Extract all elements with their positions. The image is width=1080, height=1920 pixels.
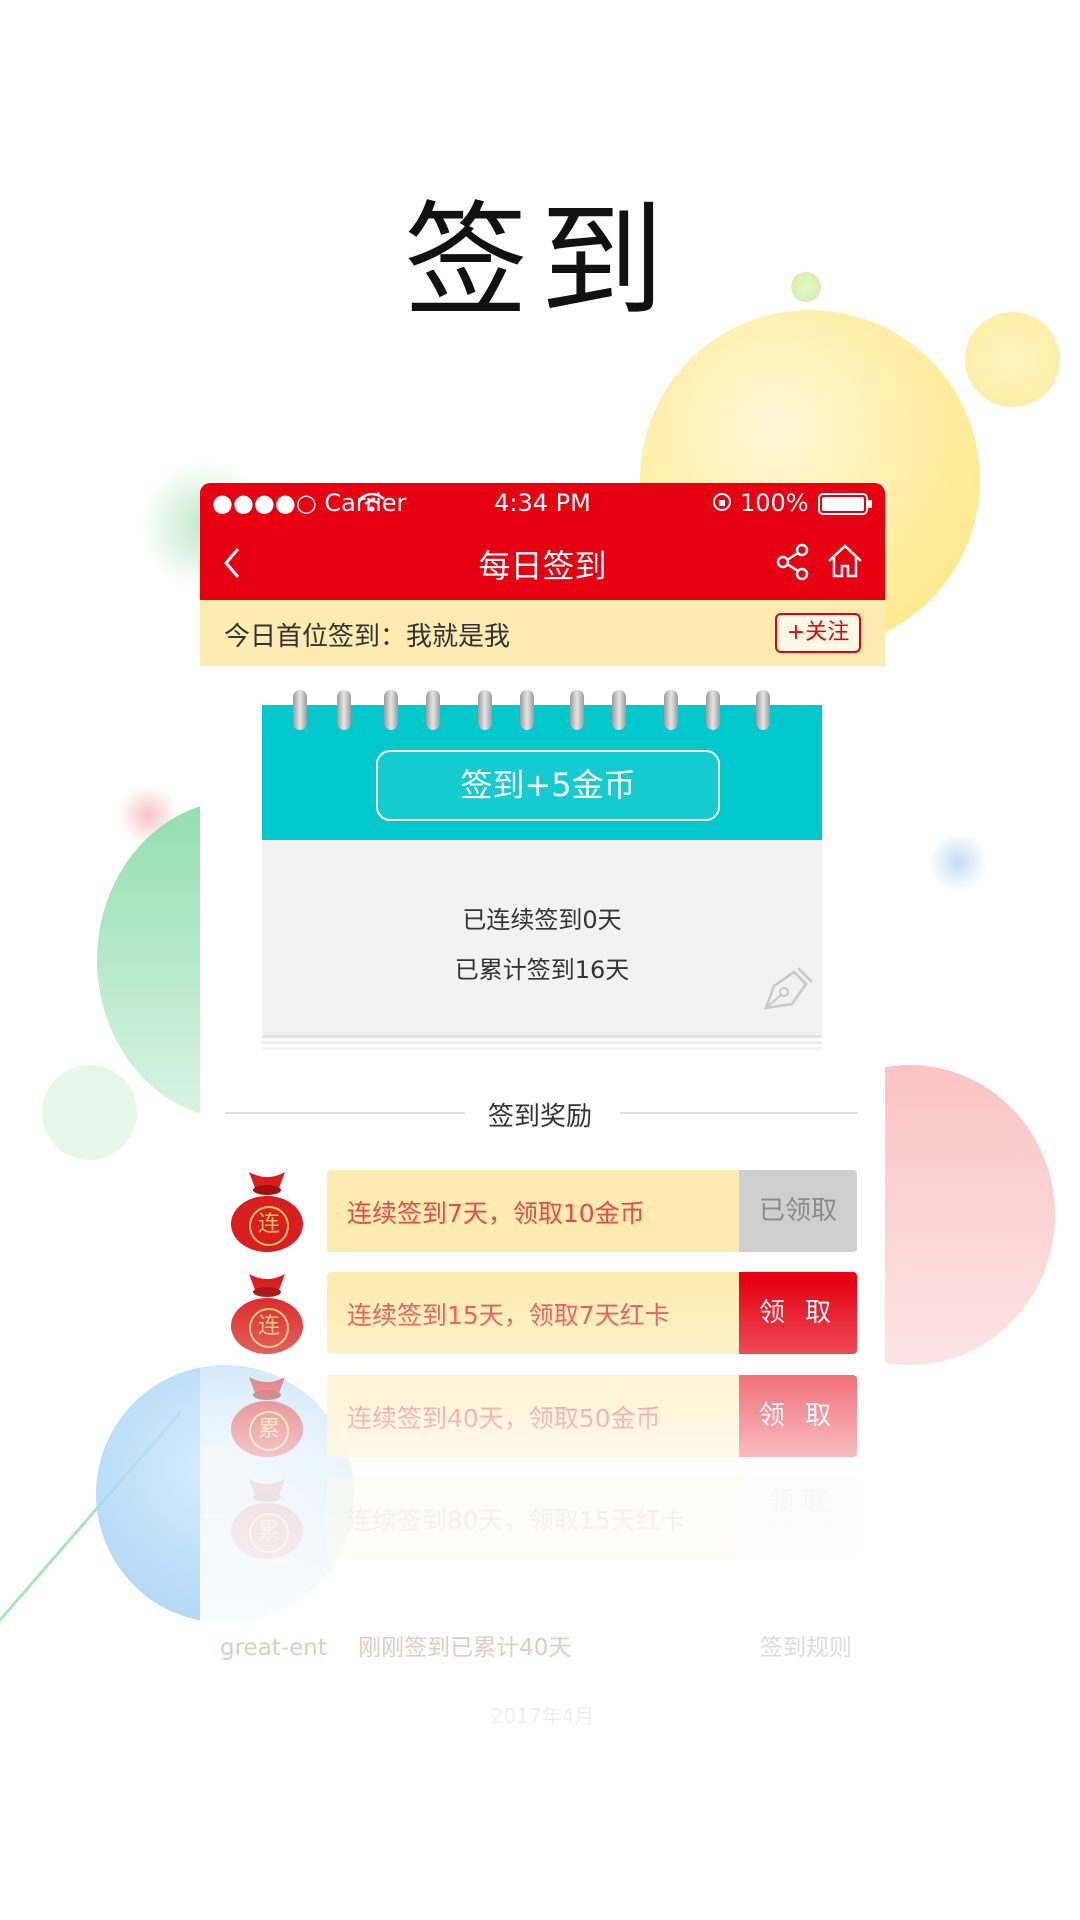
rewards-title: 签到奖励 [487,1102,592,1132]
locked-claim-button: 领 取 (还需56天) [739,1477,857,1559]
page-headline: 签到 [403,190,676,334]
month-label: 2017年4月 [490,1704,595,1728]
nav-bar: 每日签到 [200,525,885,600]
reward-text: 连续签到7天，领取10金币 [347,1199,645,1228]
claim-button[interactable]: 领 取 [739,1375,857,1457]
calendar-page-edge [262,1041,822,1044]
reward-row: 连续签到80天，领取15天红卡 领 取 (还需56天) [327,1477,857,1559]
calendar-page-edge [262,1047,822,1050]
money-bag-icon: 累 [227,1373,307,1458]
bag-badge: 连 [249,1308,289,1348]
claim-button[interactable]: 领 取 [739,1272,857,1354]
decor-blue-blur [928,832,988,892]
bag-badge: 连 [249,1206,289,1246]
reward-row: 连续签到40天，领取50金币 领 取 [327,1375,857,1457]
divider-right [620,1112,858,1114]
reward-text: 连续签到80天，领取15天红卡 [347,1506,686,1535]
money-bag-icon: 累 [227,1475,307,1560]
ticker-user: great-ent [220,1635,327,1661]
calendar-ring [520,690,534,730]
calendar-page-edge [262,1035,822,1038]
decor-blue-bubble [96,1365,354,1623]
reward-text: 连续签到40天，领取50金币 [347,1404,661,1433]
consecutive-days: 已连续签到0天 [462,906,622,934]
first-sign-text: 今日首位签到：我就是我 [224,622,511,652]
money-bag-icon: 连 [227,1270,307,1355]
reward-row: 连续签到15天，领取7天红卡 领 取 [327,1272,857,1354]
reward-row: 连续签到7天，领取10金币 已领取 [327,1170,857,1252]
calendar-ring [426,690,440,730]
calendar-ring [756,690,770,730]
divider-left [225,1112,465,1114]
remaining-days-note: (还需56天) [755,1525,841,1545]
reward-text: 连续签到15天，领取7天红卡 [347,1301,670,1330]
calendar-ring [664,690,678,730]
status-bar: ●●●●○ Carrier 4:34 PM 100% [200,483,885,525]
pen-icon [760,962,816,1018]
calendar-ring [612,690,626,730]
locked-claim-label: 领 取 [767,1487,829,1517]
battery-icon [818,493,874,521]
calendar-ring [293,690,307,730]
lock-icon [710,490,734,520]
follow-button[interactable]: +关注 [775,613,861,653]
ticker-text: 刚刚签到已累计40天 [358,1635,572,1661]
home-icon[interactable] [825,541,865,585]
cumulative-days: 已累计签到16天 [454,956,630,984]
sign-in-button[interactable]: 签到+5金币 [376,750,720,821]
bag-badge: 累 [249,1411,289,1451]
bag-badge: 累 [249,1513,289,1553]
calendar-ring [706,690,720,730]
calendar-ring [478,690,492,730]
calendar-ring [384,690,398,730]
activity-ticker: great-ent 刚刚签到已累计40天 [220,1628,571,1662]
share-icon[interactable] [775,543,811,585]
money-bag-icon: 连 [227,1168,307,1253]
rules-link[interactable]: 签到规则 [760,1628,852,1662]
calendar-ring [337,690,351,730]
decor-green-small-bubble [42,1065,137,1160]
first-sign-notice: 今日首位签到：我就是我 +关注 [200,600,885,666]
battery-label: 100% [740,489,809,517]
wifi-icon [358,491,386,519]
calendar-ring [570,690,584,730]
claimed-button: 已领取 [739,1170,857,1252]
calendar-body [262,840,822,1035]
